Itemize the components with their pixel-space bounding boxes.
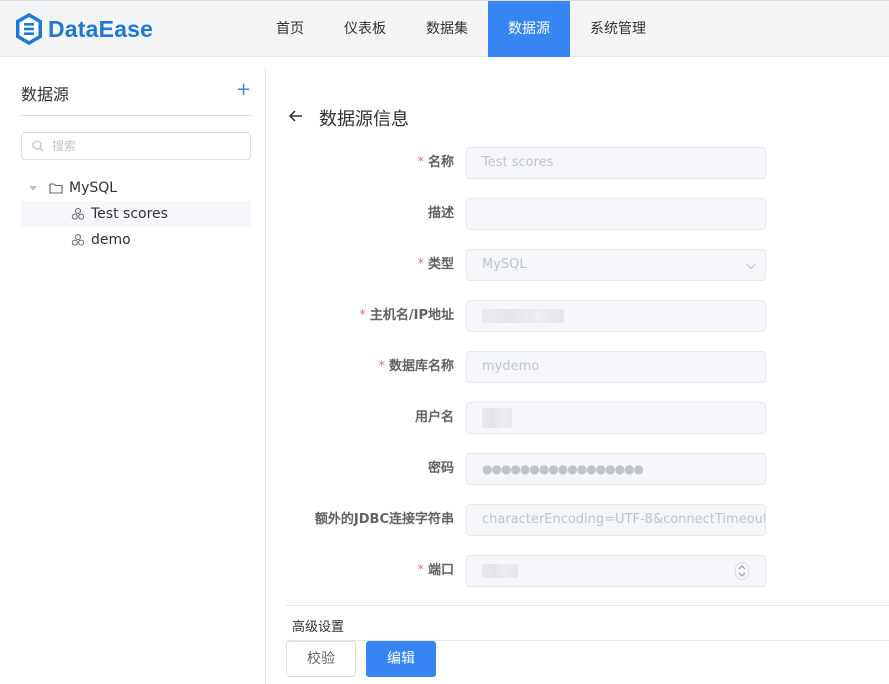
datasource-icon — [71, 207, 85, 221]
sidebar-search-input[interactable] — [52, 136, 242, 156]
app-name: DataEase — [48, 15, 154, 42]
caret-down-icon[interactable] — [29, 185, 37, 191]
number-stepper[interactable] — [735, 562, 749, 580]
jdbc-label: 额外的JDBC连接字符串 — [314, 512, 454, 527]
nav-dashboard[interactable]: 仪表板 — [324, 1, 406, 57]
type-select-value: MySQL — [482, 257, 527, 272]
form-row-port: * 端口 — [266, 555, 889, 587]
sidebar-search-box — [21, 132, 251, 160]
advanced-settings-toggle[interactable]: 高级设置 — [292, 616, 344, 635]
form-row-jdbc: 额外的JDBC连接字符串 characterEncoding=UTF-8&con… — [266, 504, 889, 536]
tree-item-demo[interactable]: demo — [21, 227, 251, 253]
jdbc-input[interactable]: characterEncoding=UTF-8&connectTimeout=5… — [466, 504, 766, 536]
tree-folder-label: MySQL — [69, 180, 118, 196]
desc-input[interactable] — [466, 198, 766, 230]
username-input[interactable] — [466, 402, 766, 434]
form-row-host: * 主机名/IP地址 — [266, 300, 889, 332]
edit-button[interactable]: 编辑 — [366, 641, 436, 677]
nav-dataset[interactable]: 数据集 — [406, 1, 488, 57]
dataease-logo-icon — [16, 13, 42, 45]
nav-system-settings[interactable]: 系统管理 — [570, 1, 666, 57]
sidebar-divider — [21, 115, 251, 116]
form-row-database: * 数据库名称 mydemo — [266, 351, 889, 383]
database-input[interactable]: mydemo — [466, 351, 766, 383]
nav-home[interactable]: 首页 — [256, 1, 324, 57]
password-input[interactable]: ●●●●●●●●●●●●●●●●● — [466, 453, 766, 485]
name-input[interactable]: Test scores — [466, 147, 766, 179]
port-label: * 端口 — [417, 563, 454, 578]
verify-button[interactable]: 校验 — [286, 641, 356, 677]
form-row-desc: 描述 — [266, 198, 889, 230]
tree-item-label: Test scores — [91, 206, 168, 222]
datasource-icon — [71, 233, 85, 247]
stepper-arrows-icon — [738, 565, 746, 577]
form-row-type: * 类型 MySQL — [266, 249, 889, 281]
username-label: 用户名 — [414, 410, 454, 425]
plus-icon[interactable]: + — [236, 79, 251, 100]
folder-icon — [49, 182, 63, 194]
redacted-port — [482, 563, 518, 578]
tree-item-test-scores[interactable]: Test scores — [21, 201, 251, 227]
chevron-down-icon — [746, 263, 756, 270]
datasource-detail-panel: 数据源信息 * 名称 Test scores 描述 * 类型 MySQL * 主机名/… — [266, 57, 889, 684]
port-input[interactable] — [466, 555, 766, 587]
top-header: DataEase 首页 仪表板 数据集 数据源 系统管理 — [0, 0, 889, 57]
app-logo[interactable]: DataEase — [14, 12, 153, 46]
database-label: * 数据库名称 — [378, 359, 454, 374]
datasource-tree: MySQL Test scores demo — [21, 175, 251, 253]
top-nav: 首页 仪表板 数据集 数据源 系统管理 — [256, 1, 666, 57]
form-row-username: 用户名 — [266, 402, 889, 434]
tree-item-label: demo — [91, 232, 131, 248]
password-label: 密码 — [427, 461, 454, 476]
name-label: * 名称 — [417, 155, 454, 170]
tree-folder-mysql[interactable]: MySQL — [21, 175, 251, 201]
type-select[interactable]: MySQL — [466, 249, 766, 281]
page-title: 数据源信息 — [319, 109, 409, 130]
host-label: * 主机名/IP地址 — [359, 308, 454, 323]
nav-datasource[interactable]: 数据源 — [488, 1, 570, 57]
sidebar-title: 数据源 — [21, 85, 70, 104]
host-input[interactable] — [466, 300, 766, 332]
search-icon — [32, 140, 44, 152]
form-row-name: * 名称 Test scores — [266, 147, 889, 179]
redacted-host — [482, 308, 564, 323]
type-label: * 类型 — [417, 257, 454, 272]
arrow-left-icon[interactable] — [288, 108, 304, 124]
desc-label: 描述 — [427, 206, 454, 221]
advanced-divider-top — [286, 605, 889, 606]
datasource-sidebar: 数据源 + MySQL Tes — [0, 67, 266, 684]
redacted-username — [482, 407, 512, 428]
form-row-password: 密码 ●●●●●●●●●●●●●●●●● — [266, 453, 889, 485]
